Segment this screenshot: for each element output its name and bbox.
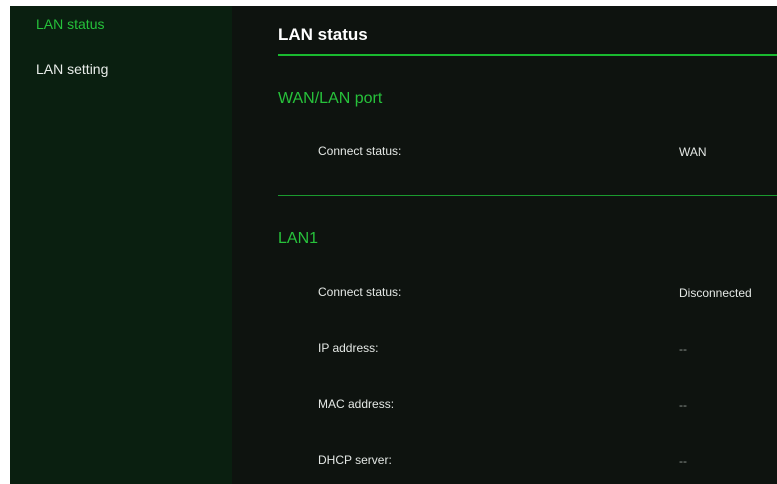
lan1-connect-status-value: Disconnected bbox=[679, 286, 752, 300]
section-title-wan-lan-port: WAN/LAN port bbox=[278, 90, 383, 107]
lan1-dhcp-server-label: DHCP server: bbox=[318, 453, 392, 467]
main-panel: LAN status WAN/LAN port Connect status: … bbox=[232, 6, 777, 484]
lan1-ip-address-label: IP address: bbox=[318, 341, 379, 355]
sidebar-item-lan-setting[interactable]: LAN setting bbox=[36, 61, 108, 77]
wan-connect-status-label: Connect status: bbox=[318, 144, 402, 158]
wan-connect-status-value: WAN bbox=[679, 145, 707, 159]
page-title: LAN status bbox=[278, 25, 368, 44]
sidebar-item-lan-status[interactable]: LAN status bbox=[36, 16, 104, 32]
lan1-dhcp-server-value: -- bbox=[679, 454, 687, 468]
sidebar: LAN status LAN setting bbox=[10, 6, 232, 484]
section-divider bbox=[278, 195, 777, 196]
lan1-mac-address-value: -- bbox=[679, 398, 687, 412]
lan1-connect-status-label: Connect status: bbox=[318, 285, 402, 299]
lan1-ip-address-value: -- bbox=[679, 342, 687, 356]
title-divider bbox=[278, 54, 777, 56]
section-title-lan1: LAN1 bbox=[278, 230, 319, 247]
lan1-mac-address-label: MAC address: bbox=[318, 397, 395, 411]
router-settings-window: LAN status LAN setting LAN status WAN/LA… bbox=[10, 6, 777, 484]
